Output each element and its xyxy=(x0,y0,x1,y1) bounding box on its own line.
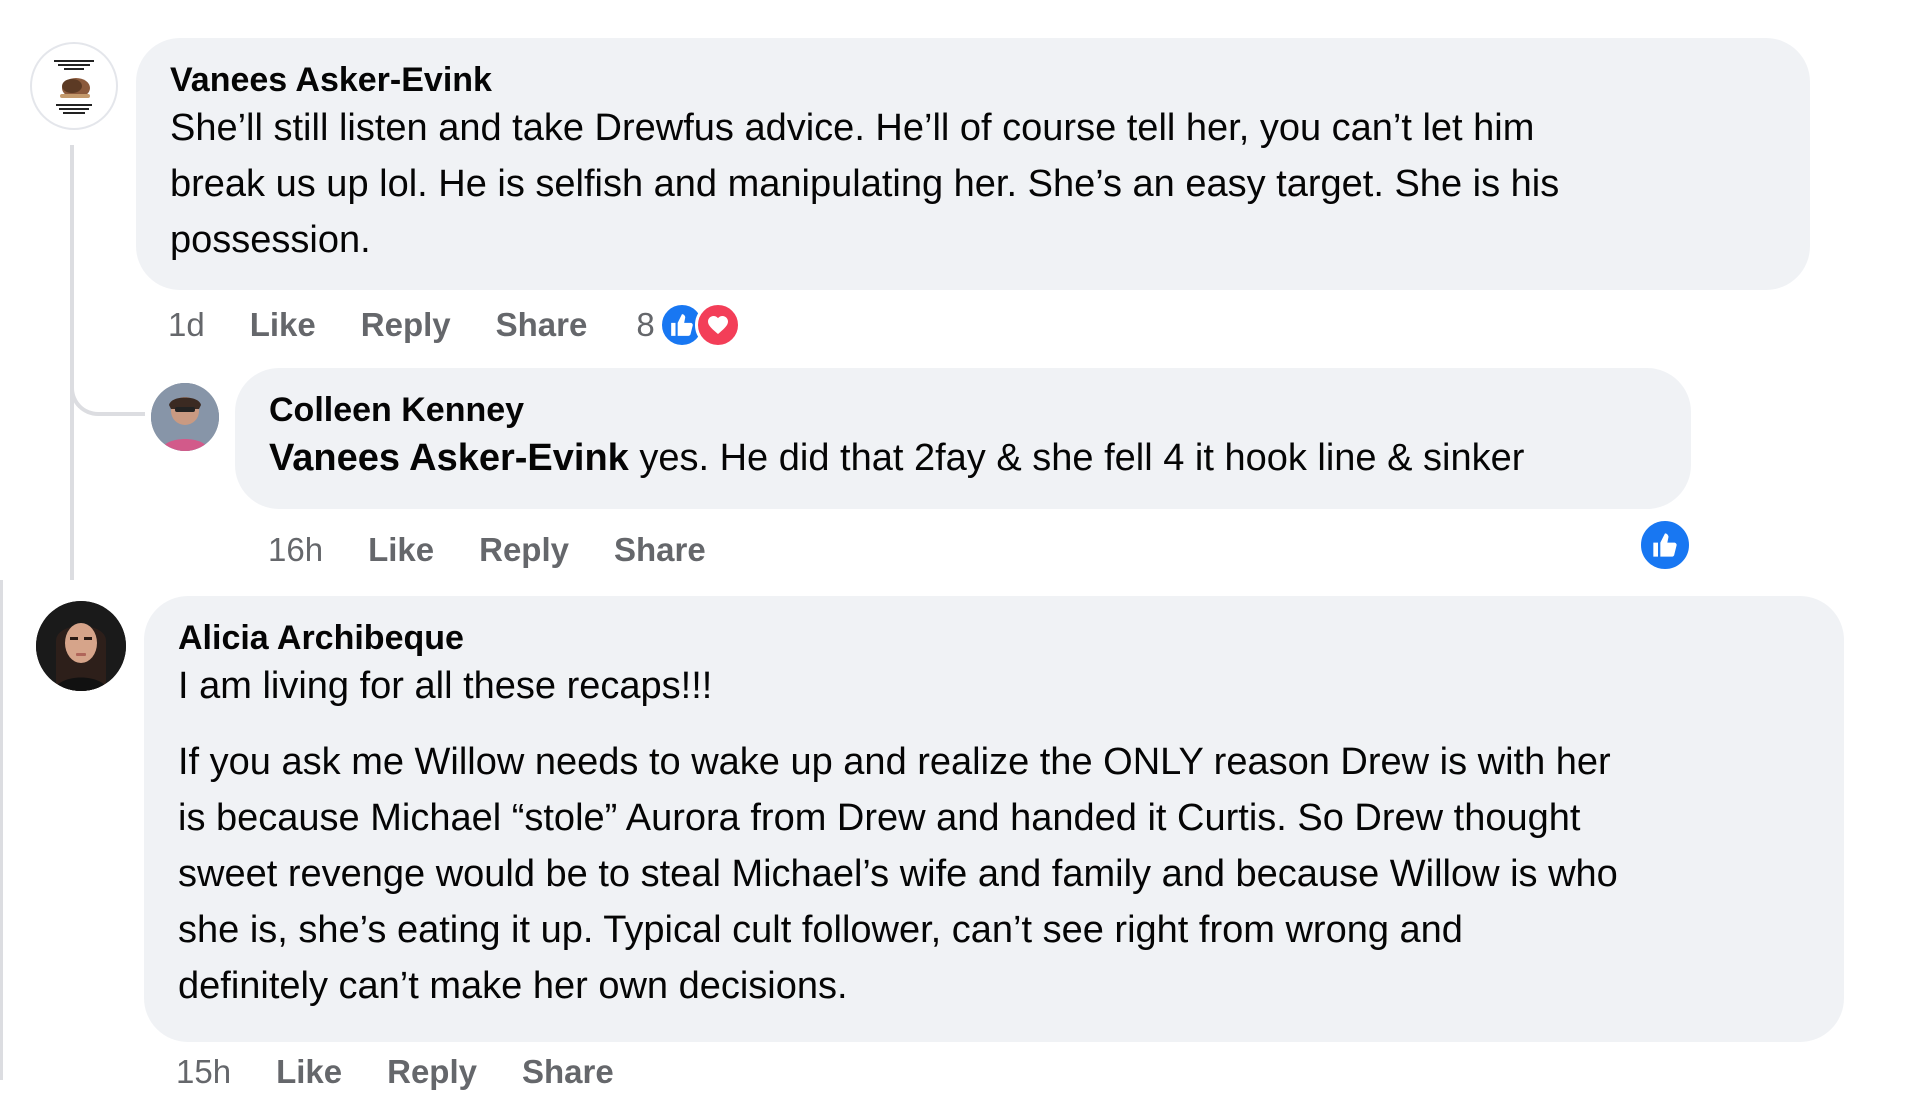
coffee-meme-avatar-image xyxy=(54,60,94,114)
comment-timestamp[interactable]: 1d xyxy=(168,306,205,344)
comment-actions: 16h Like Reply Share xyxy=(268,525,751,575)
comment-actions: 1d Like Reply Share 8 xyxy=(168,300,741,350)
comment-text-line: possession. xyxy=(170,219,371,261)
avatar[interactable] xyxy=(30,42,118,130)
comment-text-line: sweet revenge would be to steal Michael’… xyxy=(178,853,1618,895)
comment-text-line: she is, she’s eating it up. Typical cult… xyxy=(178,909,1463,951)
avatar[interactable] xyxy=(36,601,126,691)
love-reaction-icon[interactable] xyxy=(694,302,741,348)
comment-author[interactable]: Colleen Kenney xyxy=(269,390,1657,430)
left-edge-line xyxy=(0,580,3,1080)
comment-text-line: break us up lol. He is selfish and manip… xyxy=(170,163,1560,205)
like-reaction-icon[interactable] xyxy=(1638,518,1692,572)
comment-text: Vanees Asker-Evink yes. He did that 2fay… xyxy=(269,430,1657,486)
profile-photo-image xyxy=(36,601,126,691)
comment-text-line: She’ll still listen and take Drewfus adv… xyxy=(170,107,1535,149)
reply-button[interactable]: Reply xyxy=(387,1053,477,1091)
thread-line-vertical xyxy=(70,145,74,580)
comment-bubble: Vanees Asker-Evink She’ll still listen a… xyxy=(136,38,1810,290)
reply-button[interactable]: Reply xyxy=(361,306,451,344)
like-button[interactable]: Like xyxy=(250,306,316,344)
like-button[interactable]: Like xyxy=(368,531,434,569)
comment-text-line: If you ask me Willow needs to wake up an… xyxy=(178,741,1611,783)
comment-bubble: Alicia Archibeque I am living for all th… xyxy=(144,596,1844,1042)
profile-photo-image xyxy=(151,383,219,451)
comment-text: If you ask me Willow needs to wake up an… xyxy=(178,734,1810,1014)
comment-timestamp[interactable]: 16h xyxy=(268,531,323,569)
comment-text: I am living for all these recaps!!! xyxy=(178,665,713,707)
share-button[interactable]: Share xyxy=(496,306,588,344)
reaction-count[interactable]: 8 xyxy=(636,306,654,344)
mention-link[interactable]: Vanees Asker-Evink xyxy=(269,437,629,479)
share-button[interactable]: Share xyxy=(522,1053,614,1091)
comment-text: She’ll still listen and take Drewfus adv… xyxy=(170,100,1776,268)
like-button[interactable]: Like xyxy=(276,1053,342,1091)
avatar[interactable] xyxy=(151,383,219,451)
comment-author[interactable]: Vanees Asker-Evink xyxy=(170,60,1776,100)
thread-line-branch xyxy=(70,370,145,416)
comment-actions: 15h Like Reply Share xyxy=(176,1047,659,1097)
comment-text-line: definitely can’t make her own decisions. xyxy=(178,965,848,1007)
reply-button[interactable]: Reply xyxy=(479,531,569,569)
reply-bubble: Colleen Kenney Vanees Asker-Evink yes. H… xyxy=(235,368,1691,509)
share-button[interactable]: Share xyxy=(614,531,706,569)
comment-text-content: yes. He did that 2fay & she fell 4 it ho… xyxy=(628,437,1525,479)
comment-text-line: is because Michael “stole” Aurora from D… xyxy=(178,797,1581,839)
comment-author[interactable]: Alicia Archibeque xyxy=(178,618,1810,658)
comment-timestamp[interactable]: 15h xyxy=(176,1053,231,1091)
